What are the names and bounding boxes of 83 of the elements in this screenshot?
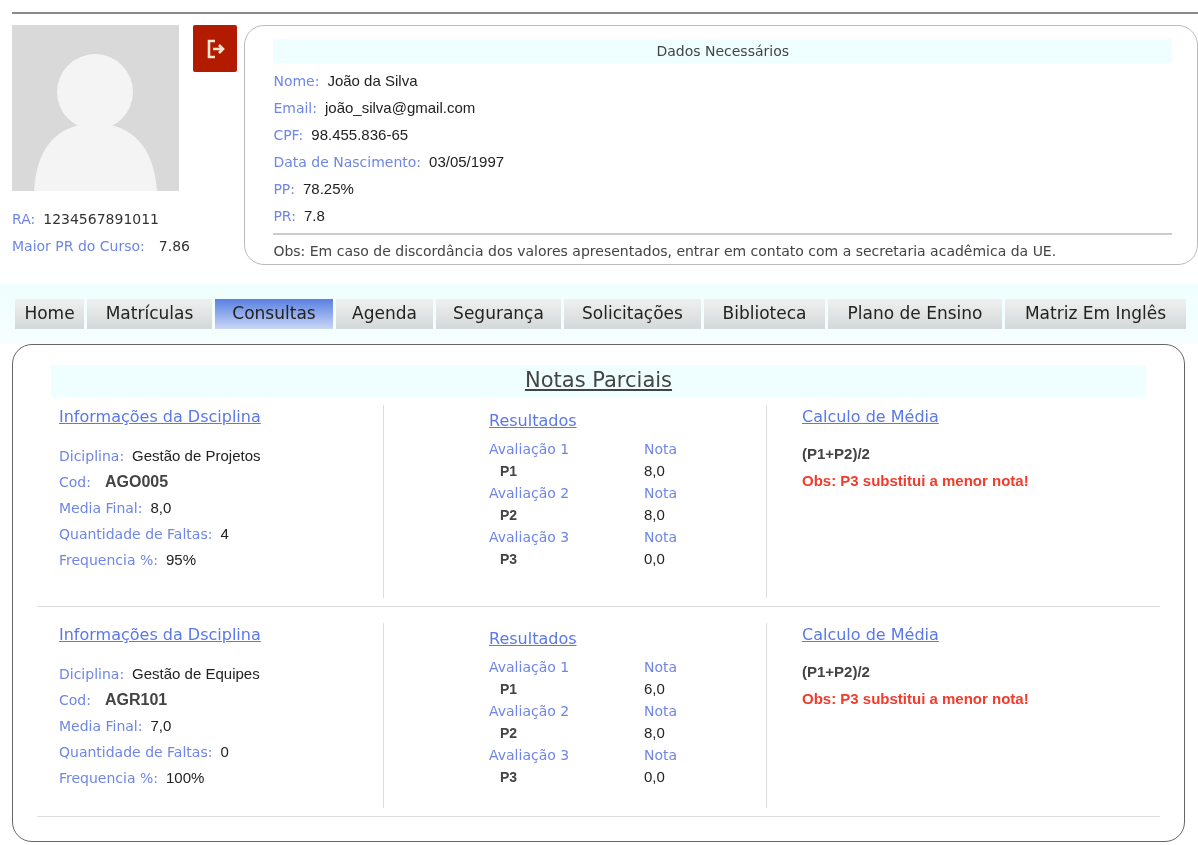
field-value: 4	[220, 523, 229, 544]
field-label: Nome:	[273, 72, 320, 91]
assessment-label: Avaliação 1	[489, 441, 571, 459]
ra-label: RA:	[12, 210, 36, 229]
field-label: Email:	[273, 99, 317, 118]
field-label: Quantidade de Faltas:	[59, 524, 213, 544]
field-value: 7,0	[150, 715, 172, 736]
field-value: 7.8	[303, 206, 325, 227]
assessment-code: P1	[499, 680, 519, 699]
nota-label: Nota	[644, 485, 679, 503]
nav-tab[interactable]: Home	[15, 299, 84, 329]
nota-label: Nota	[644, 441, 679, 459]
field-value: 8,0	[150, 497, 172, 518]
ra-value: 1234567891011	[43, 210, 159, 229]
formula-text: (P1+P2)/2	[802, 662, 871, 682]
field-value: 95%	[166, 549, 196, 570]
formula-text: (P1+P2)/2	[802, 444, 871, 464]
field-label: Cod:	[59, 472, 91, 492]
assessment-label: Avaliação 3	[489, 747, 571, 765]
grade-value: 6,0	[644, 680, 666, 699]
column-heading: Calculo de Média	[802, 406, 940, 428]
note-text: Obs: Em caso de discordância dos valores apresentados, entrar em contato com a secretaria acadêmica da UE.	[273, 242, 1058, 261]
grade-value: 0,0	[644, 768, 666, 787]
field-value: 78.25%	[303, 179, 354, 200]
field-value: AGR101	[104, 690, 168, 710]
field-label: CPF:	[273, 126, 304, 145]
field-value: 03/05/1997	[429, 152, 505, 173]
field-label: PP:	[273, 180, 295, 199]
assessment-label: Avaliação 3	[489, 529, 571, 547]
field-label: Cod:	[59, 690, 91, 710]
nav-tab[interactable]: Segurança	[436, 299, 561, 329]
column-heading: Resultados	[489, 410, 577, 432]
nota-label: Nota	[644, 659, 679, 677]
column-heading: Informações da Dsciplina	[59, 624, 262, 646]
grade-value: 8,0	[644, 462, 666, 481]
field-value: Gestão de Equipes	[132, 663, 260, 684]
field-label: Diciplina:	[59, 446, 125, 466]
grade-value: 8,0	[644, 724, 666, 743]
field-label: Frequencia %:	[59, 550, 158, 570]
grade-value: 0,0	[644, 550, 666, 569]
logout-button[interactable]	[192, 25, 238, 72]
field-value: 98.455.836-65	[311, 125, 409, 146]
field-value: 0	[220, 741, 229, 762]
field-label: Media Final:	[59, 498, 143, 518]
nav-tab[interactable]: Consultas	[215, 299, 333, 329]
field-label: PR:	[273, 207, 296, 226]
nota-label: Nota	[644, 703, 679, 721]
field-value: joão_silva@gmail.com	[324, 98, 476, 119]
field-label: Data de Nascimento:	[273, 153, 422, 172]
nota-label: Nota	[644, 529, 679, 547]
grade-value: 8,0	[644, 506, 666, 525]
field-label: Media Final:	[59, 716, 143, 736]
field-value: João da Silva	[327, 71, 418, 92]
field-value: 100%	[166, 767, 205, 788]
assessment-code: P3	[499, 768, 519, 787]
field-value: Gestão de Projetos	[132, 445, 261, 466]
column-heading: Informações da Dsciplina	[59, 406, 262, 428]
nav-tab[interactable]: Plano de Ensino	[828, 299, 1002, 329]
note-text: Obs: P3 substitui a menor nota!	[802, 688, 1029, 709]
note-text: Obs: P3 substitui a menor nota!	[802, 470, 1029, 491]
best-pr-value: 7.86	[158, 237, 190, 256]
column-heading: Calculo de Média	[802, 624, 940, 646]
field-label: Quantidade de Faltas:	[59, 742, 213, 762]
nav-tab[interactable]: Matrículas	[87, 299, 212, 329]
field-value: AGO005	[104, 472, 169, 492]
column-heading: Resultados	[489, 628, 577, 650]
assessment-code: P2	[499, 506, 519, 525]
assessment-label: Avaliação 2	[489, 703, 571, 721]
assessment-label: Avaliação 2	[489, 485, 571, 503]
best-pr-label: Maior PR do Curso:	[12, 237, 145, 256]
field-label: Frequencia %:	[59, 768, 158, 788]
assessment-label: Avaliação 1	[489, 659, 571, 677]
nav-tab[interactable]: Biblioteca	[704, 299, 825, 329]
field-label: Diciplina:	[59, 664, 125, 684]
nav-tab[interactable]: Matriz Em Inglês	[1005, 299, 1186, 329]
nav-tab[interactable]: Agenda	[336, 299, 433, 329]
card-title: Dados Necessários	[273, 39, 1172, 63]
nota-label: Nota	[644, 747, 679, 765]
nav-tab[interactable]: Solicitações	[564, 299, 701, 329]
section-title: Notas Parciais	[524, 367, 673, 395]
assessment-code: P3	[499, 550, 519, 569]
assessment-code: P1	[499, 462, 519, 481]
assessment-code: P2	[499, 724, 519, 743]
